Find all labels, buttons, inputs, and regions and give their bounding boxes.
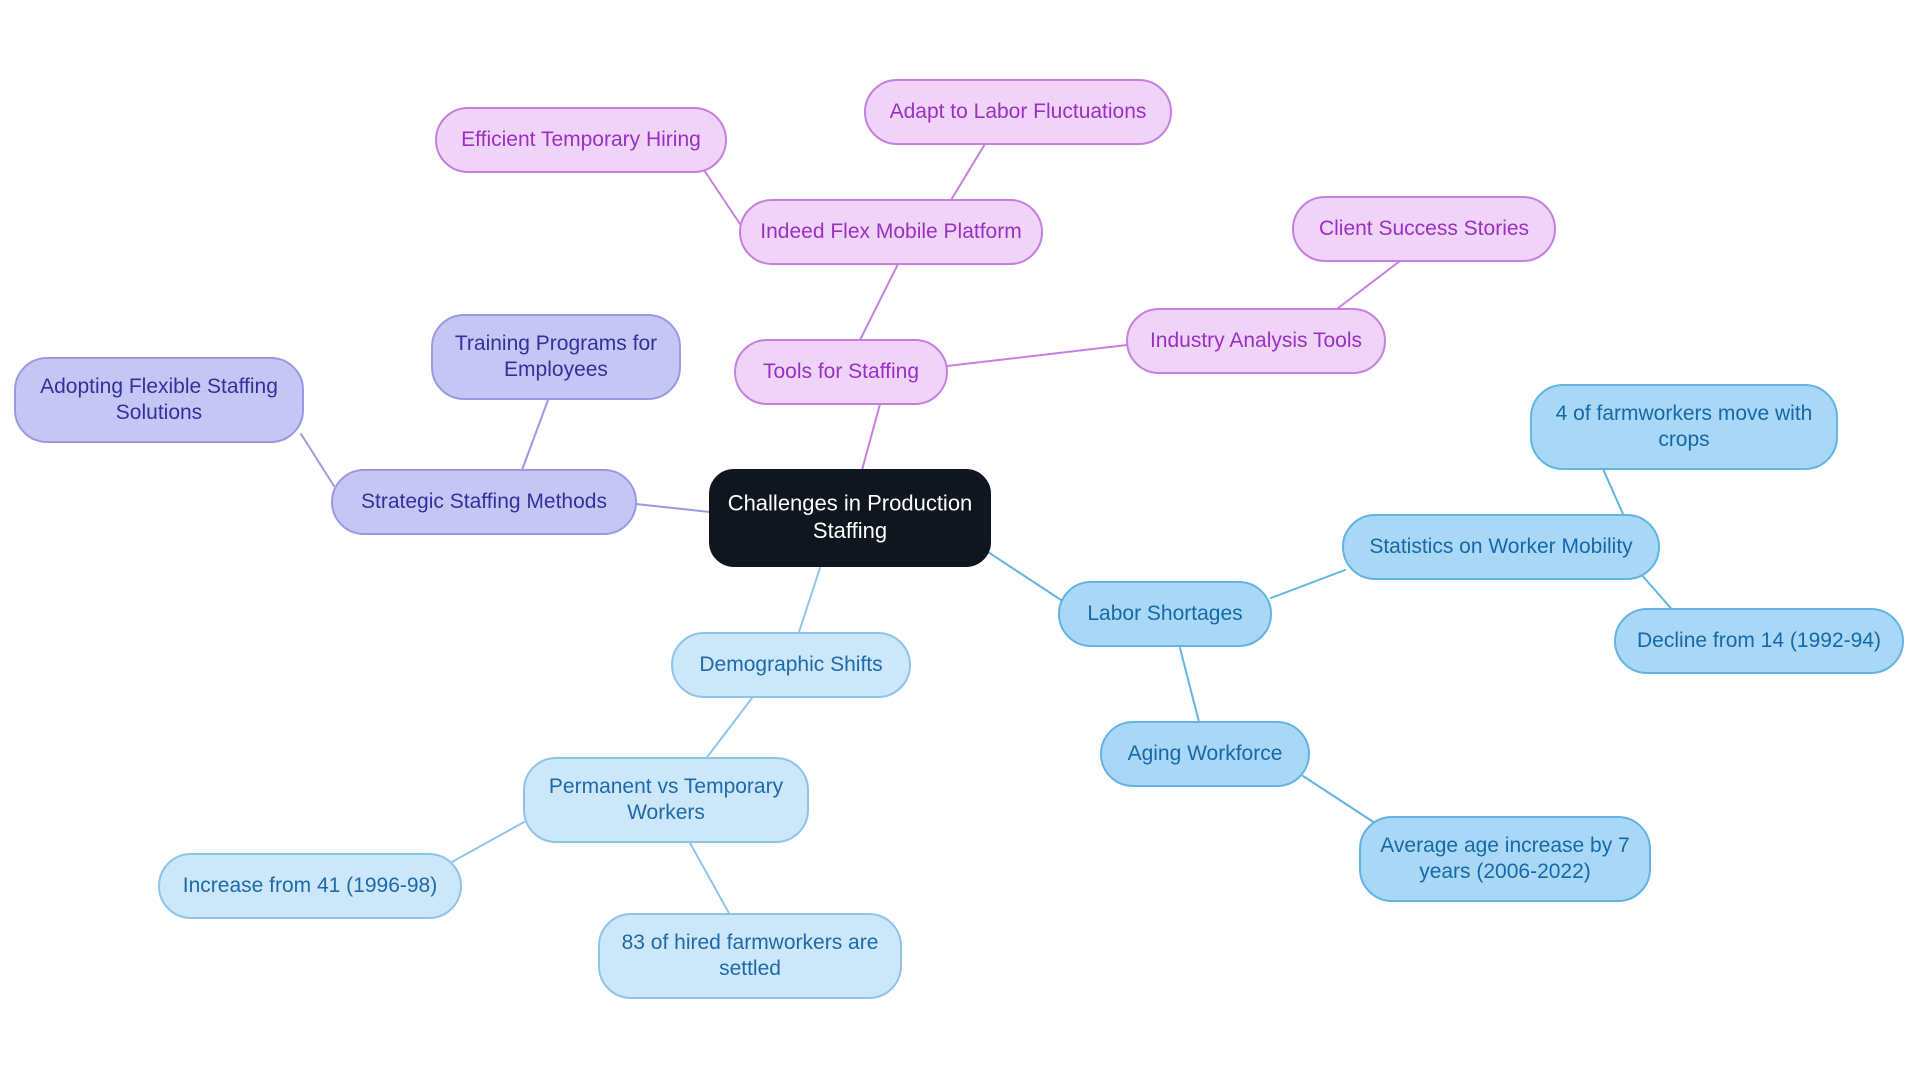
- mindmap-edge-root-tools: [861, 403, 881, 471]
- node-label-labor-shortages: Labor Shortages: [1087, 602, 1242, 625]
- nodes-layer: Challenges in Production Staffing Tools fo…: [14, 79, 1904, 999]
- mindmap-node-industry-analysis-tools[interactable]: Industry Analysis Tools: [1126, 308, 1386, 374]
- mindmap-edge-aging-average: [1302, 775, 1379, 826]
- node-label-client-success-stories: Client Success Stories: [1319, 217, 1529, 240]
- node-label-tools-for-staffing: Tools for Staffing: [763, 360, 919, 383]
- mindmap-node-efficient-temporary-hiring[interactable]: Efficient Temporary Hiring: [435, 107, 727, 173]
- mindmap-node-hired-farmworkers-settled[interactable]: 83 of hired farmworkers are settled: [598, 913, 902, 999]
- node-label-adapt-to-labor-fluctuations: Adapt to Labor Fluctuations: [890, 100, 1147, 123]
- node-label-industry-analysis-tools: Industry Analysis Tools: [1150, 329, 1362, 352]
- mindmap-node-tools-for-staffing[interactable]: Tools for Staffing: [734, 339, 948, 405]
- mindmap-edge-strategic-training: [521, 399, 549, 471]
- node-label-decline-from-14: Decline from 14 (1992-94): [1637, 629, 1881, 652]
- mindmap-node-increase-from-41[interactable]: Increase from 41 (1996-98): [158, 853, 462, 919]
- node-label-demographic-shifts: Demographic Shifts: [699, 653, 882, 676]
- mindmap-edge-root-strategic: [635, 503, 711, 513]
- mindmap-edge-labor-aging: [1179, 647, 1200, 723]
- mindmap-edge-strategic-adopting: [300, 433, 335, 487]
- node-label-strategic-staffing-methods: Strategic Staffing Methods: [361, 490, 607, 513]
- mindmap-node-labor-shortages[interactable]: Labor Shortages: [1058, 581, 1272, 647]
- mindmap-node-permanent-vs-temporary-workers[interactable]: Permanent vs Temporary Workers: [523, 757, 809, 843]
- mindmap-node-average-age-increase[interactable]: Average age increase by 7 years (2006-202…: [1359, 816, 1651, 902]
- mindmap-node-indeed-flex-mobile-platform[interactable]: Indeed Flex Mobile Platform: [739, 199, 1043, 265]
- node-label-aging-workforce: Aging Workforce: [1128, 742, 1283, 765]
- mindmap-node-root[interactable]: Challenges in Production Staffing: [709, 469, 991, 567]
- mindmap-node-adapt-to-labor-fluctuations[interactable]: Adapt to Labor Fluctuations: [864, 79, 1172, 145]
- mindmap-node-client-success-stories[interactable]: Client Success Stories: [1292, 196, 1556, 262]
- mindmap-edge-demographic-permanent: [704, 697, 753, 761]
- mindmap-node-decline-from-14[interactable]: Decline from 14 (1992-94): [1614, 608, 1904, 674]
- mindmap-node-adopting-flexible-staffing-solutions[interactable]: Adopting Flexible Staffing Solutions: [14, 357, 304, 443]
- mindmap-node-aging-workforce[interactable]: Aging Workforce: [1100, 721, 1310, 787]
- node-label-increase-from-41: Increase from 41 (1996-98): [183, 874, 437, 897]
- mindmap-edge-indeed-adapt: [950, 143, 986, 201]
- mindmap-edge-industry-client: [1328, 260, 1401, 316]
- mindmap-edge-permanent-settled: [689, 842, 731, 916]
- node-label-indeed-flex-mobile-platform: Indeed Flex Mobile Platform: [760, 220, 1021, 243]
- mindmap-edge-indeed-efficient: [699, 163, 741, 225]
- mindmap-node-strategic-staffing-methods[interactable]: Strategic Staffing Methods: [331, 469, 637, 535]
- mindmap-node-farmworkers-move-with-crops[interactable]: 4 of farmworkers move with crops: [1530, 384, 1838, 470]
- mindmap-edge-permanent-increase: [451, 821, 525, 863]
- mindmap-node-demographic-shifts[interactable]: Demographic Shifts: [671, 632, 911, 698]
- mindmap-edge-labor-statistics: [1270, 569, 1346, 599]
- mindmap-edge-tools-indeed: [859, 263, 899, 341]
- mindmap-canvas: Challenges in Production Staffing Tools fo…: [0, 0, 1920, 1083]
- node-label-statistics-on-worker-mobility: Statistics on Worker Mobility: [1369, 535, 1633, 558]
- mindmap-edge-root-demographic: [798, 567, 821, 633]
- node-label-efficient-temporary-hiring: Efficient Temporary Hiring: [461, 128, 701, 151]
- mindmap-node-statistics-on-worker-mobility[interactable]: Statistics on Worker Mobility: [1342, 514, 1660, 580]
- mindmap-node-training-programs-for-employees[interactable]: Training Programs for Employees: [431, 314, 681, 400]
- mindmap-edge-tools-industry: [946, 344, 1128, 367]
- mindmap-svg: Challenges in Production Staffing Tools fo…: [14, 79, 1904, 999]
- mindmap-edge-root-labor: [987, 551, 1062, 601]
